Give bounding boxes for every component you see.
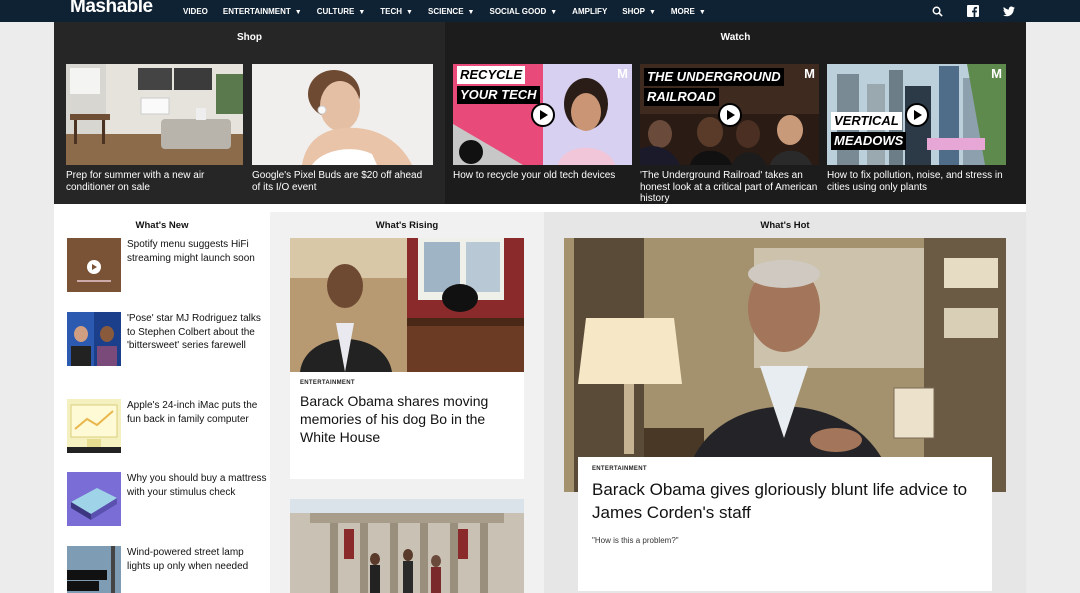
play-icon[interactable] (530, 102, 555, 127)
whats-rising-title: What's Rising (375, 220, 439, 231)
shop-title: Shop (237, 32, 262, 43)
mashable-badge: M (617, 66, 628, 81)
list-item-text: Spotify menu suggests HiFi streaming mig… (127, 239, 255, 264)
video-overlay-title: THE UNDERGROUND RAILROAD (644, 68, 784, 108)
list-item-text: Why you should buy a mattress with your … (127, 473, 267, 498)
caret-down-icon: ▼ (648, 8, 656, 16)
woman-earbuds-photo (252, 64, 433, 165)
caret-down-icon: ▼ (406, 8, 413, 16)
category-kicker[interactable]: ENTERTAINMENT (592, 466, 978, 472)
shop-card-air-conditioner[interactable]: Prep for summer with a new air condition… (66, 64, 243, 193)
article-headline: Barack Obama gives gloriously blunt life… (592, 480, 968, 522)
shop-caption: Google's Pixel Buds are $20 off ahead of… (252, 170, 423, 193)
spotify-thumbnail (67, 238, 121, 292)
play-icon[interactable] (717, 102, 742, 127)
play-icon[interactable] (904, 102, 929, 127)
caret-down-icon: ▼ (550, 8, 558, 16)
watch-title: Watch (720, 32, 751, 43)
nav-item-amplify[interactable]: AMPLIFY (572, 7, 607, 16)
nav-menu: VIDEO ENTERTAINMENT ▼ CULTURE ▼ TECH ▼ SCIE… (183, 0, 721, 22)
main-content: Shop Prep for summer with a new air cond… (54, 22, 1026, 593)
list-item-text: Apple's 24-inch iMac puts the fun back i… (127, 400, 258, 425)
whats-hot-column: What's Hot ENTERTAINMENT Barack Obama gi… (544, 212, 1026, 593)
caret-down-icon: ▼ (358, 8, 366, 16)
museum-scooters-photo (290, 499, 524, 593)
shop-section: Shop Prep for summer with a new air cond… (54, 22, 445, 204)
category-kicker[interactable]: ENTERTAINMENT (300, 380, 514, 386)
watch-card-vertical-meadows[interactable]: VERTICAL MEADOWS M How to fix pollution,… (827, 64, 1006, 193)
rising-card-scooters[interactable] (290, 499, 524, 593)
nav-icons (908, 0, 1016, 22)
nav-item-culture[interactable]: CULTURE ▼ (317, 7, 366, 16)
caret-down-icon: ▼ (467, 8, 475, 16)
search-icon[interactable] (930, 4, 944, 18)
watch-caption: How to recycle your old tech devices (453, 170, 616, 181)
shop-card-pixel-buds[interactable]: Google's Pixel Buds are $20 off ahead of… (252, 64, 433, 193)
hot-article-card[interactable]: ENTERTAINMENT Barack Obama gives gloriou… (578, 457, 992, 591)
imac-thumbnail (67, 399, 121, 453)
list-item[interactable]: Wind-powered street lamp lights up only … (67, 546, 267, 593)
mashable-badge: M (804, 66, 815, 81)
watch-card-underground-railroad[interactable]: THE UNDERGROUND RAILROAD M 'The Undergro… (640, 64, 819, 205)
whats-new-title: What's New (135, 220, 189, 231)
list-item[interactable]: Spotify menu suggests HiFi streaming mig… (67, 238, 267, 292)
obama-hero-photo[interactable] (564, 238, 1006, 492)
video-thumbnail: RECYCLE YOUR TECH M (453, 64, 632, 165)
list-item[interactable]: 'Pose' star MJ Rodriguez talks to Stephe… (67, 312, 267, 366)
obama-dog-photo (290, 238, 524, 372)
video-thumbnail: VERTICAL MEADOWS M (827, 64, 1006, 165)
facebook-icon[interactable] (966, 4, 980, 18)
caret-down-icon: ▼ (698, 8, 706, 16)
mashable-badge: M (991, 66, 1002, 81)
whats-new-column: What's New Spotify menu suggests HiFi st… (54, 212, 270, 593)
rising-card-obama-dog[interactable]: ENTERTAINMENT Barack Obama shares moving… (290, 238, 524, 479)
whats-rising-column: What's Rising ENTERTAINMENT Barack Obama… (270, 212, 544, 593)
article-headline: Barack Obama shares moving memories of h… (300, 393, 489, 445)
list-item-text: Wind-powered street lamp lights up only … (127, 547, 249, 572)
watch-section: Watch RECYCLE YOUR TECH M How to recycle… (445, 22, 1026, 204)
nav-item-shop[interactable]: SHOP ▼ (622, 7, 656, 16)
list-item[interactable]: Why you should buy a mattress with your … (67, 472, 267, 526)
street-lamp-thumbnail (67, 546, 121, 593)
whats-hot-title: What's Hot (760, 220, 810, 231)
late-show-thumbnail (67, 312, 121, 366)
video-overlay-title: RECYCLE YOUR TECH (457, 66, 540, 106)
nav-item-science[interactable]: SCIENCE ▼ (428, 7, 475, 16)
twitter-icon[interactable] (1002, 4, 1016, 18)
caret-down-icon: ▼ (294, 8, 302, 16)
watch-caption: 'The Underground Railroad' takes an hone… (640, 170, 818, 204)
room-photo (66, 64, 243, 165)
shop-caption: Prep for summer with a new air condition… (66, 170, 205, 193)
list-item-text: 'Pose' star MJ Rodriguez talks to Stephe… (127, 313, 261, 351)
nav-item-social-good[interactable]: SOCIAL GOOD ▼ (489, 7, 557, 16)
mashable-logo[interactable]: Mashable (70, 0, 153, 18)
nav-item-tech[interactable]: TECH ▼ (380, 7, 413, 16)
video-thumbnail: THE UNDERGROUND RAILROAD M (640, 64, 819, 165)
list-item[interactable]: Apple's 24-inch iMac puts the fun back i… (67, 399, 267, 453)
video-overlay-title: VERTICAL MEADOWS (831, 112, 907, 152)
nav-item-more[interactable]: MORE ▼ (671, 7, 706, 16)
top-nav: Mashable VIDEO ENTERTAINMENT ▼ CULTURE ▼ T… (0, 0, 1080, 22)
nav-item-entertainment[interactable]: ENTERTAINMENT ▼ (223, 7, 302, 16)
watch-caption: How to fix pollution, noise, and stress … (827, 170, 1003, 193)
article-dek: "How is this a problem?" (592, 536, 679, 545)
mattress-thumbnail (67, 472, 121, 526)
nav-item-video[interactable]: VIDEO (183, 7, 208, 16)
watch-card-recycle[interactable]: RECYCLE YOUR TECH M How to recycle your … (453, 64, 632, 182)
